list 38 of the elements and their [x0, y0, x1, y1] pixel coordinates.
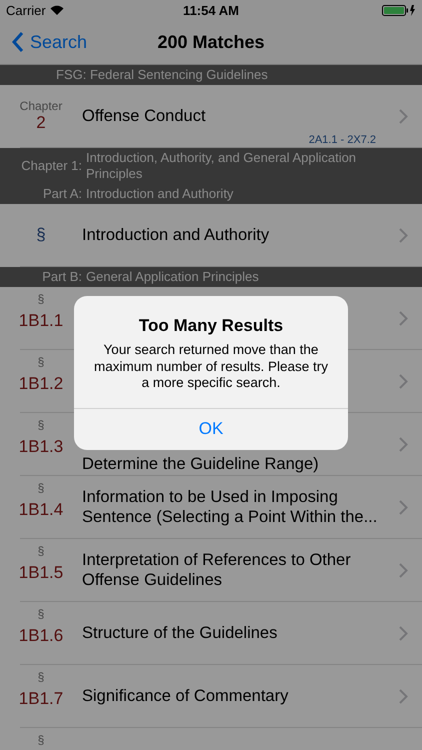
- section-symbol: §: [36, 225, 46, 245]
- section-symbol: §: [38, 670, 44, 684]
- row-title: Interpretation of References to Other Offense Guidelines: [82, 550, 352, 590]
- alert-title: Too Many Results: [138, 316, 284, 336]
- carrier-label: Carrier: [6, 2, 46, 18]
- row-title: Information to be Used in Imposing Sentence (Selecting a Point Within the...: [82, 487, 378, 527]
- section-symbol: §: [38, 607, 44, 621]
- row-title: Structure of the Guidelines: [82, 623, 278, 643]
- section-number: 1B1.1: [18, 311, 64, 331]
- section-number: 1B1.7: [18, 689, 64, 709]
- section-number: 1B1.3: [18, 437, 64, 457]
- header-label: Part A:: [42, 186, 83, 202]
- section-symbol: §: [38, 355, 44, 369]
- header-title: General Application Principles: [86, 269, 259, 285]
- section-number: 1B1.2: [18, 374, 64, 394]
- section-symbol: §: [38, 292, 44, 306]
- header-title: Introduction, Authority, and General Application Principles: [86, 150, 358, 182]
- section-number: 1B1.5: [18, 563, 64, 583]
- row-title: Significance of Commentary: [82, 686, 290, 706]
- header-label: Chapter 1:: [20, 158, 83, 174]
- header-title: Introduction and Authority: [86, 186, 234, 202]
- section-number: 1B1.6: [18, 626, 64, 646]
- header-title: FSG: Federal Sentencing Guidelines: [56, 67, 268, 83]
- alert-message: Your search returned move than the maximum number of results. Please try a more specific search.: [92, 342, 330, 392]
- range-label: 2A1.1 - 2X7.2: [308, 134, 376, 146]
- chapter-label: Chapter: [20, 99, 62, 113]
- row-title: Introduction and Authority: [82, 225, 270, 245]
- row-title: Offense Conduct: [82, 106, 207, 126]
- section-symbol: §: [38, 481, 44, 495]
- section-symbol: §: [38, 418, 44, 432]
- section-number: 1B1.4: [18, 500, 64, 520]
- section-symbol: §: [38, 733, 44, 747]
- nav-title: 200 Matches: [157, 32, 265, 52]
- clock-time: 11:54 AM: [183, 2, 239, 18]
- chapter-number: 2: [36, 113, 46, 133]
- section-symbol: §: [38, 544, 44, 558]
- row-title: Determine the Guideline Range): [82, 454, 320, 475]
- header-label: Part B:: [41, 269, 83, 285]
